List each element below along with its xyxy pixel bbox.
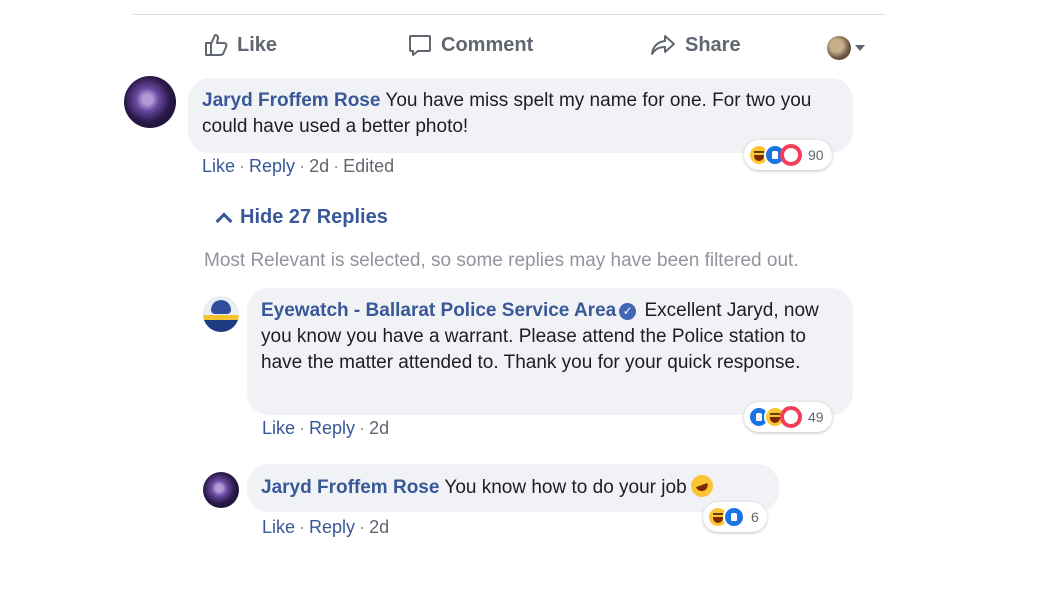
love-icon <box>780 144 802 166</box>
reply-like-link[interactable]: Like <box>262 517 295 537</box>
reply-author[interactable]: Jaryd Froffem Rose <box>261 477 439 498</box>
reaction-count: 49 <box>808 409 824 425</box>
comment-author[interactable]: Jaryd Froffem Rose <box>202 90 380 111</box>
separator: · <box>239 156 246 176</box>
share-label: Share <box>685 33 741 56</box>
share-button[interactable]: Share <box>649 32 741 58</box>
separator: · <box>333 156 340 176</box>
reply-actions: Like · Reply · 2d <box>262 517 389 538</box>
speech-bubble-icon <box>407 32 433 58</box>
post-divider <box>133 14 885 15</box>
separator: · <box>299 517 306 537</box>
comment-timestamp[interactable]: 2d <box>309 156 329 176</box>
reply-timestamp[interactable]: 2d <box>369 517 389 537</box>
reply-like-link[interactable]: Like <box>262 418 295 438</box>
comment-like-link[interactable]: Like <box>202 156 235 176</box>
reply-text: You know how to do your job <box>439 477 687 498</box>
separator: · <box>359 517 366 537</box>
thumbs-up-icon <box>203 32 229 58</box>
crest-base <box>203 320 239 332</box>
like-button[interactable]: Like <box>203 32 277 58</box>
separator: · <box>359 418 366 438</box>
like-icon <box>723 506 745 528</box>
avatar <box>827 36 851 60</box>
police-crest-icon <box>211 300 231 314</box>
love-icon <box>780 406 802 428</box>
verified-badge-icon: ✓ <box>619 303 637 320</box>
reply-reply-link[interactable]: Reply <box>309 418 355 438</box>
avatar[interactable] <box>203 296 239 332</box>
hide-replies-button[interactable]: Hide 27 Replies <box>215 206 388 229</box>
reply-author[interactable]: Eyewatch - Ballarat Police Service Area <box>261 300 616 321</box>
comment-actions: Like · Reply · 2d · Edited <box>202 156 394 177</box>
reaction-count: 6 <box>751 509 759 525</box>
separator: · <box>299 418 306 438</box>
comment-button[interactable]: Comment <box>407 32 533 58</box>
comment-reply-link[interactable]: Reply <box>249 156 295 176</box>
filter-note: Most Relevant is selected, so some repli… <box>204 250 799 271</box>
reaction-summary[interactable]: 49 <box>744 402 832 432</box>
edited-label[interactable]: Edited <box>343 156 394 176</box>
reply-bubble: Eyewatch - Ballarat Police Service Area ✓… <box>247 288 853 415</box>
reply-timestamp[interactable]: 2d <box>369 418 389 438</box>
chevron-up-icon <box>215 212 233 229</box>
avatar[interactable] <box>203 472 239 508</box>
reply-reply-link[interactable]: Reply <box>309 517 355 537</box>
like-label: Like <box>237 33 278 56</box>
reaction-count: 90 <box>808 147 824 163</box>
hide-replies-label: Hide 27 Replies <box>240 206 388 228</box>
separator: · <box>299 156 306 176</box>
comment-as-selector[interactable] <box>827 36 865 60</box>
reaction-summary[interactable]: 90 <box>744 140 832 170</box>
caret-down-icon <box>855 45 865 51</box>
post-action-bar: Like Comment Share <box>133 26 885 66</box>
comment-label: Comment <box>441 33 534 56</box>
rofl-emoji-icon <box>687 471 716 501</box>
share-arrow-icon <box>649 32 677 58</box>
reaction-summary[interactable]: 6 <box>703 502 767 532</box>
avatar[interactable] <box>124 76 176 128</box>
reply-actions: Like · Reply · 2d <box>262 418 389 439</box>
reply-bubble: Jaryd Froffem Rose You know how to do yo… <box>247 464 779 512</box>
